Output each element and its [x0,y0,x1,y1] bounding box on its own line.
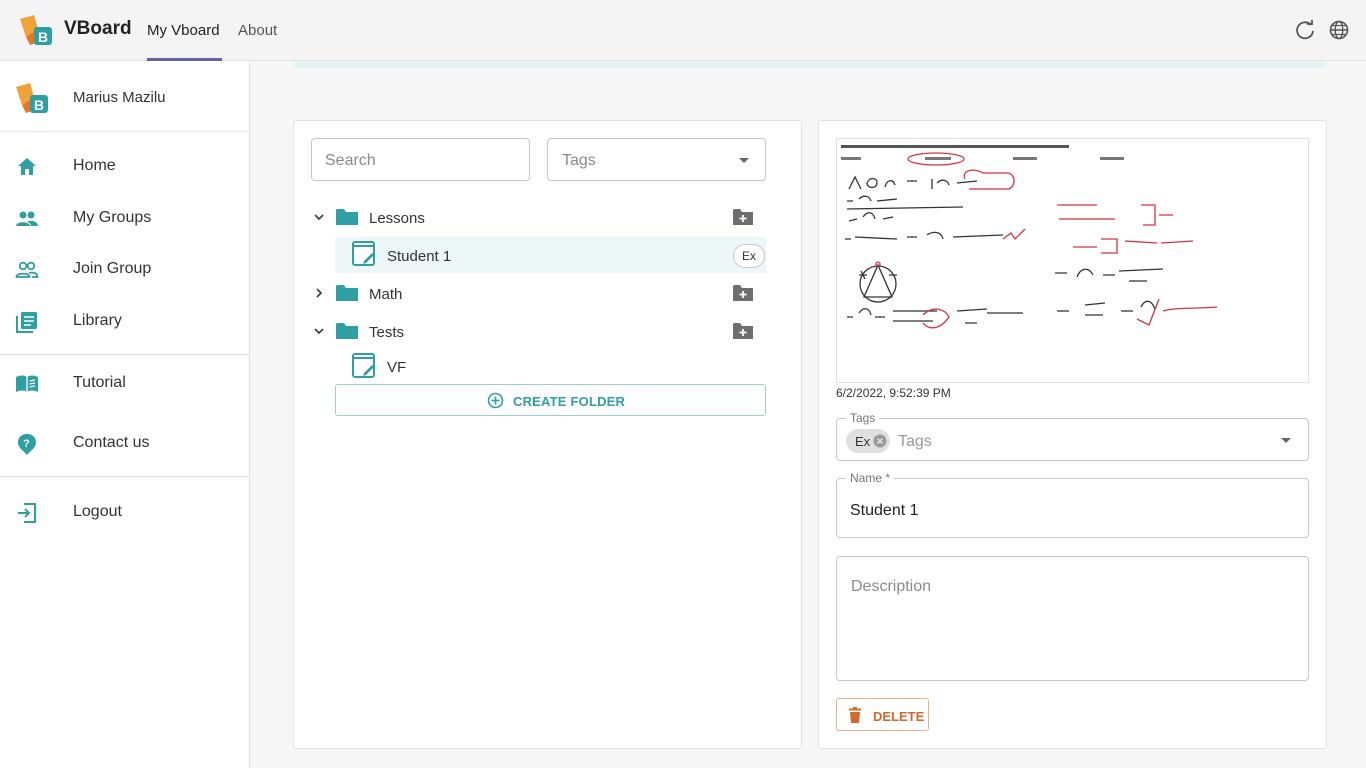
trash-icon [849,707,861,723]
sidebar-item-logout[interactable]: Logout [0,492,249,532]
name-field-value: Student 1 [850,502,919,519]
tree-board-student-1[interactable]: Student 1 Ex [335,237,766,273]
tags-field-label: Tags [846,411,880,425]
tree-label: Student 1 [387,248,452,265]
tab-about[interactable]: About [238,22,277,39]
sidebar-item-label: Home [73,157,116,174]
add-folder-icon[interactable] [733,208,753,226]
sidebar-item-label: Contact us [73,434,150,451]
user-profile: B Marius Mazilu [0,61,249,132]
app-logo: B [16,13,54,47]
home-icon [18,158,36,175]
remove-tag-icon[interactable] [873,434,887,448]
svg-text:B: B [34,97,44,113]
delete-label: DELETE [873,709,925,724]
add-folder-icon[interactable] [733,284,753,302]
delete-button[interactable]: DELETE [836,698,929,731]
whiteboard-thumbnail [837,139,1308,382]
sidebar-divider [0,476,249,477]
description-textarea[interactable]: Description [836,556,1309,681]
chevron-down-icon[interactable] [312,210,326,224]
tab-my-vboard[interactable]: My Vboard [147,22,220,39]
board-preview-image [836,138,1309,383]
dropdown-arrow-icon[interactable] [1281,438,1291,443]
top-bar: B VBoard My Vboard About [0,0,1366,61]
sidebar-item-label: Logout [73,503,122,520]
sidebar-item-contact-us[interactable]: ? Contact us [0,423,249,463]
sidebar-item-label: Tutorial [73,374,126,391]
tutorial-icon [16,375,38,392]
avatar: B [16,83,48,113]
tree-label: Lessons [369,210,425,227]
whiteboard-icon [352,241,375,266]
folder-icon [336,209,358,225]
help-icon: ? [18,434,36,455]
sidebar-divider [0,354,249,355]
tag-chip: Ex [733,244,765,268]
whiteboard-icon [352,353,375,378]
board-timestamp: 6/2/2022, 9:52:39 PM [836,386,951,400]
sidebar-item-label: Library [73,312,122,329]
refresh-icon[interactable] [1294,19,1316,41]
logout-icon [18,503,36,523]
globe-icon[interactable] [1328,19,1350,41]
tags-filter-select[interactable]: Tags [547,138,766,181]
description-placeholder: Description [851,578,932,595]
sidebar-item-my-groups[interactable]: My Groups [0,198,249,238]
folder-icon [336,285,358,301]
tree-board-vf[interactable]: VF [335,349,766,385]
tree-folder-math[interactable]: Math [308,275,766,311]
sidebar-item-library[interactable]: Library [0,301,249,341]
tags-filter-placeholder: Tags [562,152,596,169]
tree-label: Tests [369,324,405,341]
top-banner-strip [294,61,1326,68]
user-name: Marius Mazilu [73,89,166,106]
chevron-right-icon[interactable] [312,286,326,300]
search-placeholder: Search [325,152,376,169]
sidebar-item-label: Join Group [73,260,152,277]
svg-text:B: B [38,29,48,45]
folder-icon [336,323,358,339]
tags-select[interactable]: Ex Tags [836,418,1309,461]
tags-select-placeholder: Tags [898,433,932,450]
sidebar-item-label: My Groups [73,209,152,226]
create-folder-button[interactable]: CREATE FOLDER [335,384,766,416]
sidebar-item-tutorial[interactable]: Tutorial [0,363,249,403]
join-group-icon [15,261,39,278]
svg-text:?: ? [23,438,30,450]
create-folder-label: CREATE FOLDER [513,394,626,409]
add-circle-icon [487,392,504,409]
sidebar-item-join-group[interactable]: Join Group [0,249,249,289]
name-field[interactable]: Student 1 [836,478,1309,538]
sidebar: B Marius Mazilu Home My Groups Join Grou… [0,61,250,768]
dropdown-arrow-icon [739,158,749,163]
vboard-logo-icon: B [20,15,52,45]
chevron-down-icon[interactable] [312,324,326,338]
library-icon [16,312,37,333]
tree-folder-lessons[interactable]: Lessons [308,199,766,235]
add-folder-icon[interactable] [733,322,753,340]
app-name: VBoard [64,18,132,39]
search-input[interactable]: Search [311,138,530,181]
tree-label: VF [387,359,407,376]
tag-chip-ex[interactable]: Ex [846,429,890,453]
name-field-label: Name * [846,471,895,485]
sidebar-item-home[interactable]: Home [0,146,249,186]
tree-folder-tests[interactable]: Tests [308,313,766,349]
tag-chip-label: Ex [855,434,871,449]
tree-label: Math [369,286,403,303]
groups-icon [16,211,38,226]
